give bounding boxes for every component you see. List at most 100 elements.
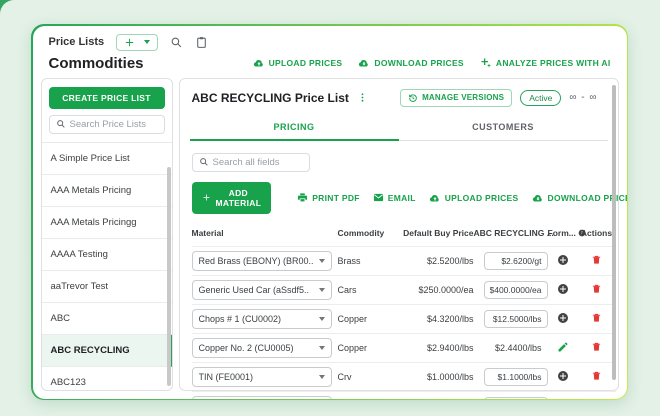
list-price-input[interactable] (483, 309, 548, 328)
default-price-cell: $428.8000/gt (398, 397, 474, 399)
price-list-header: ABC RECYCLING Price List MANAGE VERSIONS… (190, 87, 608, 115)
material-select[interactable]: Generic Used Car (aSsdf5.. (191, 279, 332, 300)
table-row: Red Brass (EBONY) (BR00.. (191, 247, 338, 275)
sidebar-item-aaa-metals-pricing[interactable]: AAA Metals Pricing (41, 175, 172, 207)
price-lists-list: A Simple Price List AAA Metals Pricing A… (41, 141, 172, 390)
delete-row-icon[interactable] (578, 250, 616, 271)
search-icon (56, 119, 66, 129)
caret-down-icon (318, 316, 325, 321)
col-header-material: Material (191, 227, 224, 238)
col-header-actions: Actions (580, 227, 613, 238)
caret-down-icon (318, 258, 325, 263)
sidebar-item-abc-recycling[interactable]: ABC RECYCLING (41, 334, 172, 367)
page-header: Commodities UPLOAD PRICES DOWNLOAD PRICE… (33, 53, 627, 78)
add-price-list-button[interactable] (116, 33, 159, 51)
price-lists-search-input[interactable] (69, 118, 158, 130)
table-search-box (191, 152, 310, 172)
table-row: Chops # 1 (CU0002) (191, 305, 338, 333)
cloud-upload-icon (429, 192, 441, 204)
add-formula-icon[interactable] (548, 308, 578, 330)
edit-formula-icon[interactable] (548, 337, 578, 359)
delete-row-icon[interactable] (578, 308, 616, 329)
list-price-input[interactable] (483, 251, 548, 270)
tabs: PRICING CUSTOMERS (189, 115, 608, 141)
add-material-label: ADD MATERIAL (215, 187, 262, 208)
col-header-default-buy-price: Default Buy Price (403, 227, 474, 238)
price-lists-sidebar: CREATE PRICE LIST A Simple Price List AA… (40, 77, 173, 391)
app-window: Price Lists Commodities UPLOAD PRICES DO… (31, 24, 628, 400)
material-select[interactable]: Red Brass (EBONY) (BR00.. (191, 250, 332, 271)
sidebar-item-aaa-metals-pricingg[interactable]: AAA Metals Pricingg (41, 207, 172, 239)
commodity-cell: Crv (337, 371, 352, 382)
price-list-title: ABC RECYCLING Price List (191, 90, 349, 105)
upload-prices-table-label: UPLOAD PRICES (444, 192, 519, 203)
app-label: Price Lists (48, 36, 105, 48)
cloud-upload-icon (253, 57, 265, 69)
create-price-list-button[interactable]: CREATE PRICE LIST (48, 86, 165, 109)
sidebar-scrollbar[interactable] (166, 166, 171, 386)
analyze-prices-ai-button[interactable]: ANALYZE PRICES WITH AI (480, 57, 611, 69)
commodity-cell: Copper (337, 313, 368, 324)
add-formula-icon[interactable] (548, 279, 578, 301)
commodity-cell: Cars (337, 284, 357, 295)
tab-customers[interactable]: CUSTOMERS (398, 115, 608, 141)
add-formula-icon[interactable] (548, 366, 578, 388)
material-select[interactable]: TIN (FE0001) (191, 366, 332, 387)
download-prices-button[interactable]: DOWNLOAD PRICES (358, 57, 464, 69)
list-price-input[interactable] (483, 280, 548, 299)
list-price-cell: $2.4400/lbs (494, 342, 542, 353)
table-toolbar: ADD MATERIAL PRINT PDF EMAIL UPLOAD PRIC… (190, 181, 627, 222)
col-header-commodity: Commodity (337, 227, 385, 238)
default-price-cell: $4.3200/lbs (426, 313, 474, 324)
commodity-cell: Copper (337, 342, 368, 353)
history-icon (408, 93, 418, 103)
tab-pricing[interactable]: PRICING (189, 115, 399, 141)
commodity-cell: Ferrous (338, 397, 398, 399)
upload-prices-button[interactable]: UPLOAD PRICES (253, 57, 343, 69)
material-select[interactable]: Chops # 1 (CU0002) (191, 308, 332, 329)
search-all-fields-input[interactable] (212, 156, 303, 168)
list-price-input[interactable] (483, 367, 548, 386)
manage-versions-label: MANAGE VERSIONS (422, 93, 505, 102)
table-row: BENDY LEAD (BENDY) (191, 392, 338, 399)
search-icon[interactable] (170, 36, 183, 49)
add-formula-icon[interactable] (548, 250, 578, 272)
analyze-prices-ai-label: ANALYZE PRICES WITH AI (495, 58, 611, 68)
sidebar-item-aatrevor-test[interactable]: aaTrevor Test (41, 271, 172, 303)
table-row: TIN (FE0001) (191, 363, 338, 391)
sidebar-item-abc123[interactable]: ABC123 (42, 367, 172, 390)
delete-row-icon[interactable] (578, 279, 616, 300)
page-title: Commodities (48, 54, 144, 72)
price-list-panel: ABC RECYCLING Price List MANAGE VERSIONS… (178, 77, 627, 399)
caret-down-icon (144, 40, 151, 44)
print-pdf-label: PRINT PDF (312, 192, 360, 203)
delete-row-icon[interactable] (578, 366, 616, 387)
material-select[interactable]: BENDY LEAD (BENDY) (191, 395, 332, 399)
header-actions: UPLOAD PRICES DOWNLOAD PRICES ANALYZE PR… (253, 57, 611, 69)
kebab-menu-icon[interactable] (357, 92, 368, 103)
main-scrollbar[interactable] (611, 84, 616, 380)
add-material-button[interactable]: ADD MATERIAL (191, 181, 272, 214)
sidebar-item-aaaa-testing[interactable]: AAAA Testing (41, 239, 172, 271)
delete-row-icon[interactable] (578, 337, 616, 358)
default-price-cell: $2.5200/lbs (426, 255, 474, 266)
sidebar-item-abc[interactable]: ABC (41, 303, 172, 335)
table-row: Copper No. 2 (CU0005) (191, 334, 338, 362)
email-button[interactable]: EMAIL (373, 192, 416, 203)
delete-row-icon[interactable] (578, 395, 616, 399)
manage-versions-button[interactable]: MANAGE VERSIONS (400, 88, 513, 107)
email-label: EMAIL (387, 192, 416, 203)
add-formula-icon[interactable] (548, 395, 578, 399)
table-row: Generic Used Car (aSsdf5.. (191, 276, 338, 304)
clipboard-icon[interactable] (195, 36, 208, 49)
col-header-formula: Form... (548, 222, 586, 246)
material-select[interactable]: Copper No. 2 (CU0005) (191, 337, 332, 358)
sidebar-item-a-simple-price-list[interactable]: A Simple Price List (41, 143, 172, 175)
upload-prices-table-button[interactable]: UPLOAD PRICES (429, 192, 519, 204)
top-bar: Price Lists (33, 26, 627, 53)
default-price-cell: $2.9400/lbs (426, 342, 474, 353)
list-price-input[interactable] (483, 396, 548, 399)
default-price-cell: $250.0000/ea (418, 284, 474, 295)
date-range: ∞ - ∞ (569, 92, 598, 103)
print-pdf-button[interactable]: PRINT PDF (297, 192, 360, 203)
